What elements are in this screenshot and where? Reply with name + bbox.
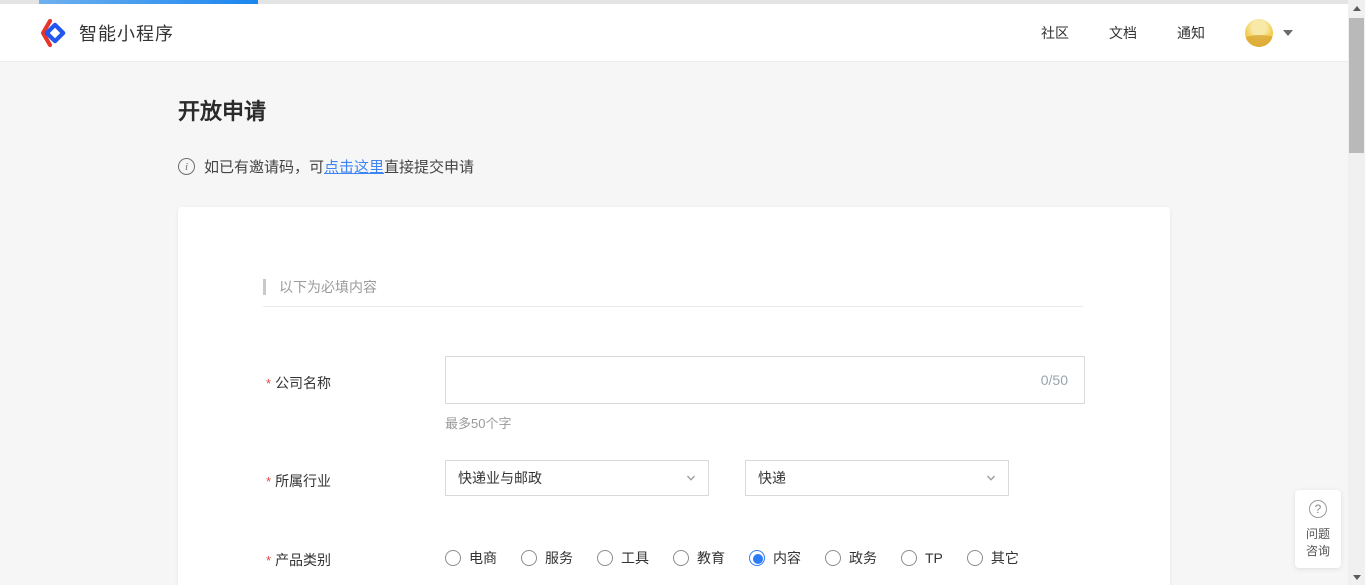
radio-icon <box>445 550 461 566</box>
radio-option-education[interactable]: 教育 <box>673 548 725 568</box>
radio-icon <box>521 550 537 566</box>
product-category-radio-group: 电商 服务 工具 教育 内容 政务 TP 其它 <box>445 548 1043 568</box>
section-title: 以下为必填内容 <box>279 277 377 297</box>
scroll-down-arrow[interactable] <box>1348 569 1365 585</box>
question-mark-icon: ? <box>1309 500 1327 518</box>
click-here-link[interactable]: 点击这里 <box>324 156 384 177</box>
radio-icon-selected <box>749 550 765 566</box>
section-accent-bar <box>263 279 266 295</box>
chevron-down-icon <box>686 473 696 483</box>
scroll-up-arrow[interactable] <box>1348 0 1365 16</box>
product-category-label: *产品类别 <box>266 550 331 570</box>
required-asterisk: * <box>266 553 271 568</box>
radio-option-ecommerce[interactable]: 电商 <box>445 548 497 568</box>
smart-miniprogram-logo-icon <box>40 18 70 48</box>
industry-primary-select[interactable]: 快递业与邮政 <box>445 460 709 496</box>
top-navbar: 智能小程序 社区 文档 通知 <box>0 4 1348 62</box>
nav-item-community[interactable]: 社区 <box>1041 23 1069 43</box>
user-avatar[interactable] <box>1245 19 1273 47</box>
company-name-label: *公司名称 <box>266 373 331 393</box>
scrollbar-thumb[interactable] <box>1349 18 1364 153</box>
section-divider <box>263 306 1083 307</box>
user-menu[interactable] <box>1245 19 1293 47</box>
notice-text-suffix: 直接提交申请 <box>384 156 474 177</box>
radio-icon <box>825 550 841 566</box>
radio-option-government[interactable]: 政务 <box>825 548 877 568</box>
notice-text-prefix: 如已有邀请码，可 <box>204 156 324 177</box>
industry-secondary-select[interactable]: 快递 <box>745 460 1009 496</box>
help-consult-button[interactable]: ? 问题 咨询 <box>1295 490 1341 568</box>
radio-option-tools[interactable]: 工具 <box>597 548 649 568</box>
triangle-up-icon <box>1353 6 1361 11</box>
company-name-input-wrap: 0/50 <box>445 356 1085 404</box>
required-section-header: 以下为必填内容 <box>263 277 377 297</box>
industry-label: *所属行业 <box>266 471 331 491</box>
page-title: 开放申请 <box>178 94 266 126</box>
radio-option-other[interactable]: 其它 <box>967 548 1019 568</box>
chevron-down-icon <box>1283 30 1293 36</box>
brand-name: 智能小程序 <box>79 20 174 46</box>
help-label-line1: 问题 <box>1306 527 1330 541</box>
required-asterisk: * <box>266 474 271 489</box>
application-form-card: 以下为必填内容 *公司名称 0/50 最多50个字 *所属行业 快递业与邮政 快… <box>178 207 1170 585</box>
vertical-scrollbar[interactable] <box>1348 0 1365 585</box>
radio-option-service[interactable]: 服务 <box>521 548 573 568</box>
info-icon: i <box>178 158 195 175</box>
company-name-input[interactable] <box>446 357 1041 403</box>
radio-icon <box>673 550 689 566</box>
industry-secondary-value: 快递 <box>758 468 986 488</box>
required-asterisk: * <box>266 376 271 391</box>
nav-item-notifications[interactable]: 通知 <box>1177 23 1205 43</box>
radio-option-tp[interactable]: TP <box>901 550 943 566</box>
radio-icon <box>597 550 613 566</box>
company-name-helper: 最多50个字 <box>445 413 511 432</box>
invite-code-notice: i 如已有邀请码，可点击这里直接提交申请 <box>178 156 474 177</box>
help-label-line2: 咨询 <box>1306 544 1330 558</box>
radio-icon <box>967 550 983 566</box>
radio-option-content[interactable]: 内容 <box>749 548 801 568</box>
top-nav-links: 社区 文档 通知 <box>1041 19 1348 47</box>
loading-progress-bar <box>39 0 258 4</box>
industry-primary-value: 快递业与邮政 <box>458 468 686 488</box>
triangle-down-icon <box>1353 575 1361 580</box>
radio-icon <box>901 550 917 566</box>
loading-progress-track <box>0 0 1365 4</box>
nav-item-docs[interactable]: 文档 <box>1109 23 1137 43</box>
chevron-down-icon <box>986 473 996 483</box>
brand-logo-home[interactable]: 智能小程序 <box>40 18 174 48</box>
char-counter: 0/50 <box>1041 372 1084 388</box>
